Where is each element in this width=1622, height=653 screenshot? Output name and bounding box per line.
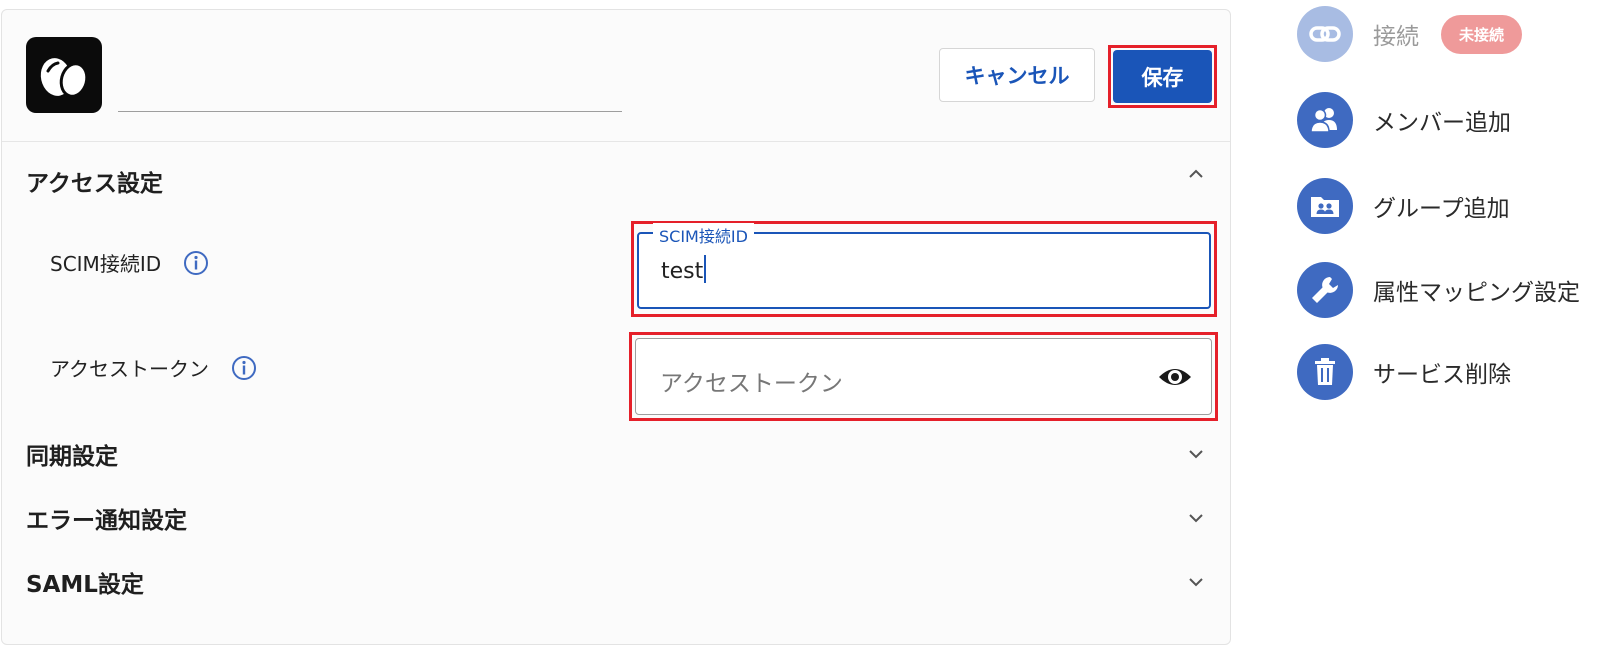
eye-icon[interactable] — [1157, 363, 1193, 391]
people-icon — [1297, 92, 1353, 148]
info-icon[interactable] — [231, 355, 257, 381]
access-token-label-text: アクセストークン — [50, 357, 209, 381]
wrench-icon — [1297, 262, 1353, 318]
page: キャンセル 保存 アクセス設定 SCIM接続ID SCIM接続ID test ア… — [0, 0, 1622, 653]
card-header: キャンセル 保存 — [2, 10, 1230, 142]
side-item-delete-service-label: サービス削除 — [1373, 362, 1511, 388]
side-item-connect[interactable]: 接続 未接続 — [1297, 4, 1523, 64]
section-title-error-notification[interactable]: エラー通知設定 — [26, 501, 187, 535]
scim-id-label-text: SCIM接続ID — [50, 252, 162, 276]
trash-icon — [1297, 344, 1353, 400]
side-item-attribute-mapping-label: 属性マッピング設定 — [1373, 280, 1580, 306]
link-icon — [1297, 6, 1353, 62]
scim-id-label: SCIM接続ID — [50, 248, 209, 277]
side-item-connect-label: 接続 — [1373, 24, 1419, 50]
chevron-down-icon[interactable] — [1184, 442, 1208, 466]
save-button[interactable]: 保存 — [1113, 50, 1212, 103]
service-name-input[interactable] — [118, 38, 622, 111]
section-title-access[interactable]: アクセス設定 — [26, 164, 163, 198]
chevron-down-icon[interactable] — [1184, 570, 1208, 594]
side-item-add-member[interactable]: メンバー追加 — [1297, 90, 1511, 150]
service-name-field[interactable] — [118, 38, 622, 112]
access-token-label: アクセストークン — [50, 353, 257, 382]
side-item-add-group-label: グループ追加 — [1373, 196, 1510, 222]
group-folder-icon — [1297, 178, 1353, 234]
chevron-down-icon[interactable] — [1184, 506, 1208, 530]
info-icon[interactable] — [183, 250, 209, 276]
scim-id-float-label: SCIM接続ID — [653, 223, 754, 247]
section-title-saml[interactable]: SAML設定 — [26, 565, 144, 599]
access-token-field[interactable]: アクセストークン — [635, 338, 1212, 415]
egg-logo-icon — [40, 58, 89, 98]
text-caret — [704, 255, 707, 283]
app-logo — [26, 37, 102, 113]
chevron-up-icon[interactable] — [1184, 162, 1208, 186]
cancel-button[interactable]: キャンセル — [939, 48, 1095, 102]
section-title-sync[interactable]: 同期設定 — [26, 437, 118, 471]
access-token-placeholder[interactable]: アクセストークン — [660, 364, 843, 398]
scim-id-field[interactable]: SCIM接続ID test — [637, 223, 1211, 309]
scim-id-value[interactable]: test — [661, 255, 707, 284]
side-item-add-group[interactable]: グループ追加 — [1297, 176, 1510, 236]
status-badge: 未接続 — [1441, 14, 1523, 54]
side-item-add-member-label: メンバー追加 — [1373, 110, 1511, 136]
service-settings-card: キャンセル 保存 アクセス設定 SCIM接続ID SCIM接続ID test ア… — [1, 9, 1231, 645]
side-item-attribute-mapping[interactable]: 属性マッピング設定 — [1297, 260, 1580, 320]
side-item-delete-service[interactable]: サービス削除 — [1297, 342, 1511, 402]
